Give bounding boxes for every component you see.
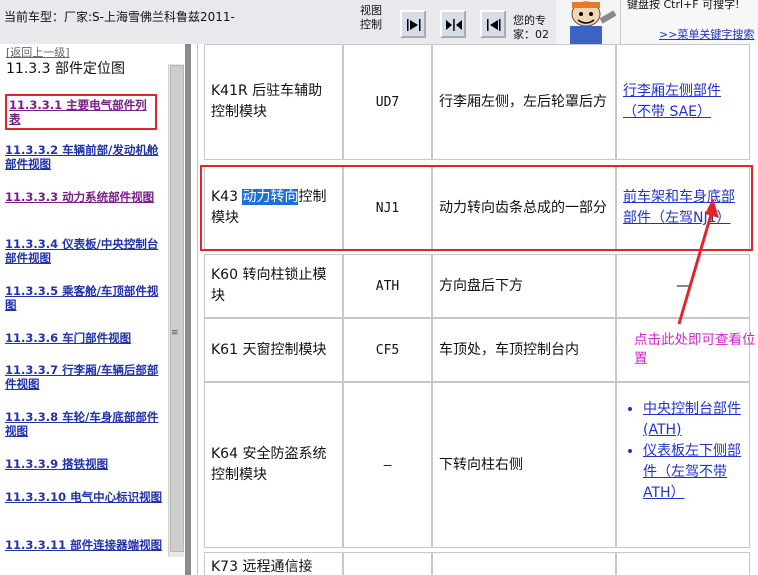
nav-item-dashboard-console[interactable]: 11.3.3.4 仪表板/中央控制台部件视图 [5,237,167,265]
table-cell-code: NJ1 [343,166,432,250]
search-hint-text: 键盘按 Ctrl+F 可搜字! [627,0,740,11]
annotation-arrow-icon [677,198,719,325]
view-split-button[interactable] [440,10,466,38]
table-cell-reference [616,552,750,575]
arrow-right-bar-icon [407,19,421,31]
nav-item-front-engine-bay[interactable]: 11.3.3.2 车辆前部/发动机舱部件视图 [5,143,167,171]
table-cell-code: CF5 [343,318,432,382]
table-cell-component: K73 远程通信接 [204,552,343,575]
table-cell-location: 动力转向齿条总成的一部分 [432,166,616,250]
table-cell-location: 行李厢左侧，左后轮罩后方 [432,44,616,160]
component-code-prefix: K43 [211,189,243,205]
arrow-left-bar-icon [487,19,501,31]
section-title: 11.3.3 部件定位图 [6,61,125,77]
nav-item-main-electrical-parts[interactable]: 11.3.3.1 主要电气部件列表 [5,94,157,130]
table-cell-reference: 行李厢左侧部件（不带 SAE） [616,44,750,160]
table-cell-component: K61 天窗控制模块 [204,318,343,382]
view-control-label: 视图 控制 [360,4,382,32]
table-cell-location [432,552,616,575]
list-item: 中央控制台部件 (ATH) [643,399,743,441]
table-cell-location: 方向盘后下方 [432,254,616,318]
table-left-border [197,44,198,575]
component-location-table: K41R 后驻车辅助控制模块 UD7 行李厢左侧，左后轮罩后方 行李厢左侧部件（… [191,44,758,575]
sidebar-scrollbar[interactable] [168,64,184,557]
table-cell-reference: 中央控制台部件 (ATH) 仪表板左下侧部件（左驾不带ATH） [616,382,750,548]
view-expand-right-button[interactable] [480,10,506,38]
view-expand-left-button[interactable] [400,10,426,38]
top-toolbar: 当前车型：厂家:S-上海雪佛兰科鲁兹2011- 视图 控制 您的专家：02 键盘… [0,0,758,44]
annotation-text: 点击此处即可查看位置 [634,332,756,367]
search-hint-box: 键盘按 Ctrl+F 可搜字! >>菜单关键字搜索 [620,0,758,44]
table-cell-code [343,552,432,575]
view-control-line1: 视图 [360,4,382,17]
nav-item-electrical-center[interactable]: 11.3.3.10 电气中心标识视图 [5,490,167,504]
split-arrows-icon [446,19,462,31]
dash-lower-left-parts-link[interactable]: 仪表板左下侧部件（左驾不带ATH） [643,443,741,501]
section-navigation-panel: [返回上一级] 11.3.3 部件定位图 11.3.3.1 主要电气部件列表 1… [0,44,185,575]
table-cell-location: 车顶处，车顶控制台内 [432,318,616,382]
nav-item-ground-view[interactable]: 11.3.3.9 搭铁视图 [5,457,167,471]
reference-link-list: 中央控制台部件 (ATH) 仪表板左下侧部件（左驾不带ATH） [623,399,743,504]
current-vehicle-label: 当前车型：厂家:S-上海雪佛兰科鲁兹2011- [4,10,235,24]
table-cell-component: K41R 后驻车辅助控制模块 [204,44,343,160]
table-cell-component: K43 动力转向控制模块 [204,166,343,250]
nav-item-trunk-rear[interactable]: 11.3.3.7 行李厢/车辆后部部件视图 [5,363,167,391]
scroll-grip-icon: ≡ [171,328,179,338]
trunk-left-parts-link[interactable]: 行李厢左侧部件（不带 SAE） [623,81,743,123]
view-control-line2: 控制 [360,18,382,31]
list-item: 仪表板左下侧部件（左驾不带ATH） [643,441,743,504]
expert-label: 您的专家：02 [513,14,549,41]
table-cell-component: K60 转向柱锁止模块 [204,254,343,318]
table-cell-location: 下转向柱右侧 [432,382,616,548]
table-cell-code: ATH [343,254,432,318]
table-cell-code: UD7 [343,44,432,160]
selected-text: 动力转向 [242,189,299,205]
mechanic-mascot-icon [556,0,620,44]
sidebar-scroll-thumb[interactable] [170,65,184,552]
table-cell-component: K64 安全防盗系统控制模块 [204,382,343,548]
menu-keyword-search-link[interactable]: >>菜单关键字搜索 [659,26,754,42]
nav-item-doors[interactable]: 11.3.3.6 车门部件视图 [5,331,167,345]
nav-item-wheels-underbody[interactable]: 11.3.3.8 车轮/车身底部部件视图 [5,410,167,438]
table-cell-code: — [343,382,432,548]
nav-item-connector-end-view[interactable]: 11.3.3.11 部件连接器端视图 [5,538,167,552]
nav-item-cabin-roof[interactable]: 11.3.3.5 乘客舱/车顶部件视图 [5,284,167,312]
nav-item-powertrain[interactable]: 11.3.3.3 动力系统部件视图 [5,190,167,204]
center-console-parts-link[interactable]: 中央控制台部件 (ATH) [643,401,741,438]
